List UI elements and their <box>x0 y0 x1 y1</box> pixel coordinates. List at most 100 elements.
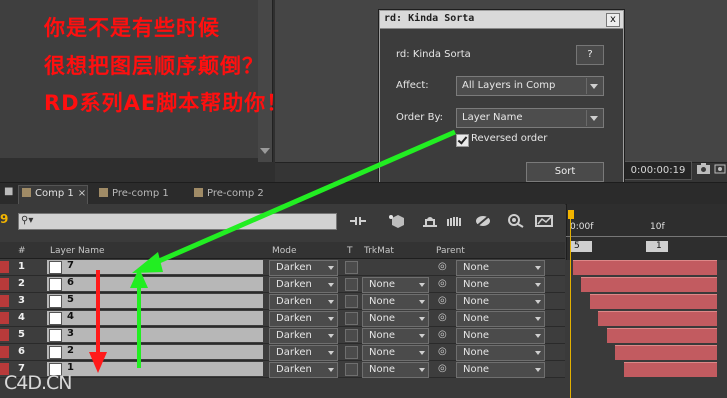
frame-blending-icon[interactable] <box>445 214 465 228</box>
affect-dropdown[interactable]: All Layers in Comp <box>456 76 604 96</box>
layer-name-field[interactable] <box>47 260 263 274</box>
comp-marker-1[interactable]: 1 <box>646 241 668 252</box>
track-matte-value: None <box>369 347 396 358</box>
tab-close-icon[interactable]: × <box>78 188 86 199</box>
label-color-swatch[interactable] <box>0 261 9 273</box>
parent-dropdown[interactable]: None <box>456 260 545 276</box>
preserve-transparency-checkbox[interactable] <box>345 295 358 308</box>
layer-row[interactable]: 1 7 Darken ◎ None <box>0 259 727 276</box>
layer-duration-bar[interactable] <box>615 345 717 360</box>
chevron-down-icon <box>535 317 541 321</box>
parent-pickwhip-icon[interactable]: ◎ <box>438 346 447 357</box>
snapshot-camera-icon[interactable] <box>696 162 711 176</box>
help-button[interactable]: ? <box>576 45 604 65</box>
layer-row[interactable]: 2 6 Darken None ◎ None <box>0 276 727 293</box>
parent-dropdown[interactable]: None <box>456 345 545 361</box>
tab-comp-1[interactable]: Comp 1 × <box>22 186 86 202</box>
preserve-transparency-checkbox[interactable] <box>345 261 358 274</box>
parent-value: None <box>463 262 490 273</box>
scroll-down-arrow-icon[interactable] <box>260 148 270 154</box>
chevron-down-icon <box>328 351 334 355</box>
layer-duration-bar[interactable] <box>607 328 717 343</box>
blend-mode-dropdown[interactable]: Darken <box>269 311 338 327</box>
blend-mode-dropdown[interactable]: Darken <box>269 345 338 361</box>
viewer-timecode[interactable]: 0:00:00:19 <box>624 161 692 180</box>
track-matte-dropdown[interactable]: None <box>362 328 429 344</box>
hide-shy-layers-icon[interactable] <box>420 214 440 228</box>
layer-row[interactable]: 4 4 Darken None ◎ None <box>0 310 727 327</box>
parent-dropdown[interactable]: None <box>456 311 545 327</box>
label-color-swatch[interactable] <box>0 278 9 290</box>
dialog-titlebar[interactable]: rd: Kinda Sorta x <box>380 11 623 29</box>
brainstorm-icon[interactable] <box>506 214 526 228</box>
layer-duration-bar[interactable] <box>573 260 717 275</box>
layer-name-field[interactable] <box>47 328 263 342</box>
track-matte-value: None <box>369 296 396 307</box>
preserve-transparency-checkbox[interactable] <box>345 346 358 359</box>
layer-duration-bar[interactable] <box>624 362 717 377</box>
label-color-swatch[interactable] <box>0 312 9 324</box>
comp-mini-flowchart-icon[interactable] <box>348 214 368 228</box>
kinda-sorta-dialog: rd: Kinda Sorta x rd: Kinda Sorta ? Affe… <box>379 10 624 196</box>
tab-pre-comp-2[interactable]: Pre-comp 2 <box>194 186 264 202</box>
comp-marker-5[interactable]: 5 <box>570 241 592 252</box>
motion-blur-icon[interactable] <box>473 214 493 228</box>
parent-pickwhip-icon[interactable]: ◎ <box>438 312 447 323</box>
current-time-indicator-handle[interactable] <box>568 210 574 219</box>
parent-pickwhip-icon[interactable]: ◎ <box>438 329 447 340</box>
preserve-transparency-checkbox[interactable] <box>345 312 358 325</box>
track-matte-dropdown[interactable]: None <box>362 277 429 293</box>
panel-scrollbar[interactable] <box>258 0 273 162</box>
blend-mode-dropdown[interactable]: Darken <box>269 260 338 276</box>
parent-dropdown[interactable]: None <box>456 328 545 344</box>
blend-mode-dropdown[interactable]: Darken <box>269 294 338 310</box>
layer-row[interactable]: 6 2 Darken None ◎ None <box>0 344 727 361</box>
graph-editor-icon[interactable] <box>534 214 554 228</box>
parent-pickwhip-icon[interactable]: ◎ <box>438 363 447 374</box>
order-by-dropdown[interactable]: Layer Name <box>456 108 604 128</box>
layer-name-field[interactable] <box>47 362 263 376</box>
blend-mode-dropdown[interactable]: Darken <box>269 362 338 378</box>
blend-mode-dropdown[interactable]: Darken <box>269 328 338 344</box>
blend-mode-value: Darken <box>276 330 312 341</box>
layer-duration-bar[interactable] <box>581 277 717 292</box>
header-parent: Parent <box>436 246 465 256</box>
layer-duration-bar[interactable] <box>590 294 717 309</box>
layer-row[interactable]: 5 3 Darken None ◎ None <box>0 327 727 344</box>
preserve-transparency-checkbox[interactable] <box>345 363 358 376</box>
layer-name-field[interactable] <box>47 277 263 291</box>
label-color-swatch[interactable] <box>0 346 9 358</box>
layer-name-field[interactable] <box>47 294 263 308</box>
parent-pickwhip-icon[interactable]: ◎ <box>438 295 447 306</box>
parent-value: None <box>463 364 490 375</box>
layer-row[interactable]: 7 1 Darken None ◎ None <box>0 361 727 378</box>
layer-name-field[interactable] <box>47 311 263 325</box>
label-color-swatch[interactable] <box>0 295 9 307</box>
track-matte-dropdown[interactable]: None <box>362 311 429 327</box>
track-matte-dropdown[interactable]: None <box>362 294 429 310</box>
parent-dropdown[interactable]: None <box>456 277 545 293</box>
parent-dropdown[interactable]: None <box>456 294 545 310</box>
label-color-swatch[interactable] <box>0 329 9 341</box>
reversed-order-checkbox[interactable] <box>456 134 469 147</box>
sort-button[interactable]: Sort <box>526 162 604 182</box>
parent-dropdown[interactable]: None <box>456 362 545 378</box>
blend-mode-dropdown[interactable]: Darken <box>269 277 338 293</box>
track-matte-dropdown[interactable]: None <box>362 362 429 378</box>
composition-icon <box>99 188 108 197</box>
layer-duration-bar[interactable] <box>598 311 717 326</box>
draft-3d-icon[interactable] <box>387 214 407 228</box>
dialog-close-button[interactable]: x <box>606 13 620 27</box>
preserve-transparency-checkbox[interactable] <box>345 329 358 342</box>
tab-pre-comp-1[interactable]: Pre-comp 1 <box>99 186 169 202</box>
layer-row[interactable]: 3 5 Darken None ◎ None <box>0 293 727 310</box>
preserve-transparency-checkbox[interactable] <box>345 278 358 291</box>
layer-name-field[interactable] <box>47 345 263 359</box>
header-layer-name[interactable]: Layer Name <box>50 246 105 256</box>
parent-pickwhip-icon[interactable]: ◎ <box>438 278 447 289</box>
show-snapshot-icon[interactable] <box>714 163 726 175</box>
panel-menu-icon[interactable]: ■ <box>4 186 13 197</box>
parent-pickwhip-icon[interactable]: ◎ <box>438 261 447 272</box>
layer-search-input[interactable] <box>18 213 337 230</box>
track-matte-dropdown[interactable]: None <box>362 345 429 361</box>
